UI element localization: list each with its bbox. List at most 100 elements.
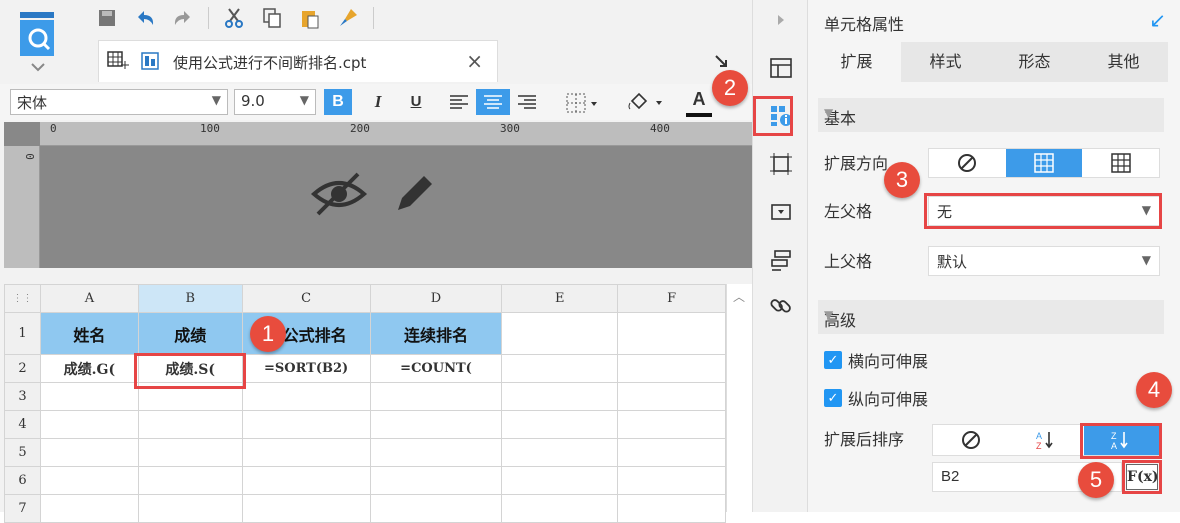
- row-header[interactable]: 7: [4, 494, 41, 523]
- template-logo-icon[interactable]: [14, 10, 62, 74]
- cell[interactable]: [369, 438, 503, 467]
- left-parent-select[interactable]: 无 ▼: [928, 196, 1160, 226]
- column-header[interactable]: E: [501, 284, 619, 313]
- cell[interactable]: [369, 466, 503, 495]
- cell-c2[interactable]: =SORT(B2): [241, 354, 371, 383]
- pin-arrow-icon[interactable]: ↙: [1149, 8, 1166, 32]
- cell[interactable]: [617, 382, 726, 411]
- cell[interactable]: [241, 438, 371, 467]
- cell[interactable]: [241, 466, 371, 495]
- cell-e2[interactable]: [501, 354, 619, 383]
- row-header[interactable]: 1: [4, 312, 41, 355]
- tab-shape[interactable]: 形态: [990, 42, 1079, 82]
- cell-a2[interactable]: 成绩.G(: [39, 354, 139, 383]
- cell[interactable]: [617, 494, 726, 523]
- align-center-icon[interactable]: [476, 89, 510, 115]
- tab-expand[interactable]: 扩展: [812, 42, 901, 82]
- font-size-select[interactable]: 9.0 ▼: [234, 89, 316, 115]
- fill-color-icon[interactable]: [626, 91, 666, 117]
- column-header[interactable]: F: [617, 284, 726, 313]
- tab-other[interactable]: 其他: [1079, 42, 1168, 82]
- sort-ascending-icon[interactable]: AZ: [1008, 425, 1083, 455]
- cell-b1[interactable]: 成绩: [137, 312, 243, 355]
- hide-eye-icon[interactable]: [310, 170, 368, 220]
- table-layout-icon[interactable]: [765, 52, 797, 84]
- copy-icon[interactable]: [259, 5, 285, 31]
- underline-button[interactable]: U: [404, 89, 428, 115]
- horizontal-expand-checkbox[interactable]: ✓ 横向可伸展: [824, 348, 928, 372]
- cell[interactable]: [39, 410, 139, 439]
- edit-pencil-icon[interactable]: [392, 170, 438, 220]
- horizontal-expand-icon[interactable]: [1082, 149, 1159, 177]
- grid-icon[interactable]: [107, 51, 129, 75]
- formula-editor-button[interactable]: F(x): [1126, 464, 1159, 490]
- align-left-icon[interactable]: [442, 89, 476, 115]
- font-color-button[interactable]: A: [686, 89, 712, 117]
- cell-d1[interactable]: 连续排名: [369, 312, 503, 355]
- cell[interactable]: [137, 382, 243, 411]
- save-icon[interactable]: [94, 5, 120, 31]
- column-header[interactable]: A: [39, 284, 139, 313]
- cell[interactable]: [501, 438, 619, 467]
- expand-panel-arrow-icon[interactable]: [765, 4, 797, 36]
- row-header[interactable]: 3: [4, 382, 41, 411]
- row-header[interactable]: 2: [4, 354, 41, 383]
- align-right-icon[interactable]: [510, 89, 544, 115]
- condition-icon[interactable]: [765, 244, 797, 276]
- link-icon[interactable]: [765, 290, 797, 322]
- cell-b2[interactable]: 成绩.S(: [137, 354, 243, 383]
- cell[interactable]: [617, 410, 726, 439]
- cell-e1[interactable]: [501, 312, 619, 355]
- section-basic[interactable]: 基本 ▼: [818, 98, 1164, 132]
- cell-f1[interactable]: [617, 312, 726, 355]
- paste-icon[interactable]: [297, 5, 323, 31]
- vertical-expand-checkbox[interactable]: ✓ 纵向可伸展: [824, 386, 928, 410]
- cell[interactable]: [617, 438, 726, 467]
- cell[interactable]: [137, 438, 243, 467]
- bold-button[interactable]: B: [324, 89, 352, 115]
- italic-button[interactable]: I: [366, 89, 390, 115]
- select-all-corner[interactable]: ⋮⋮: [4, 284, 41, 313]
- column-header[interactable]: B: [137, 284, 243, 313]
- cell[interactable]: [501, 494, 619, 523]
- cell[interactable]: [241, 494, 371, 523]
- row-header[interactable]: 5: [4, 438, 41, 467]
- cell[interactable]: [39, 382, 139, 411]
- cell-properties-icon[interactable]: [765, 100, 797, 132]
- cell[interactable]: [501, 382, 619, 411]
- border-icon[interactable]: [566, 93, 600, 117]
- top-parent-select[interactable]: 默认 ▼: [928, 246, 1160, 276]
- file-tab[interactable]: 使用公式进行不间断排名.cpt ×: [98, 40, 498, 82]
- cell[interactable]: [39, 466, 139, 495]
- cell-a1[interactable]: 姓名: [39, 312, 139, 355]
- close-icon[interactable]: ×: [466, 49, 483, 73]
- row-header[interactable]: 4: [4, 410, 41, 439]
- cell[interactable]: [241, 382, 371, 411]
- frame-icon[interactable]: [765, 148, 797, 180]
- widget-icon[interactable]: [765, 196, 797, 228]
- cell[interactable]: [39, 438, 139, 467]
- cell[interactable]: [369, 382, 503, 411]
- undo-icon[interactable]: [132, 5, 158, 31]
- redo-icon[interactable]: [170, 5, 196, 31]
- cell[interactable]: [241, 410, 371, 439]
- cell[interactable]: [137, 466, 243, 495]
- cell[interactable]: [617, 466, 726, 495]
- vertical-expand-icon[interactable]: [1005, 149, 1083, 177]
- cell[interactable]: [501, 410, 619, 439]
- cell-d2[interactable]: =COUNT(: [369, 354, 503, 383]
- font-family-select[interactable]: 宋体 ▼: [10, 89, 228, 115]
- cell[interactable]: [369, 494, 503, 523]
- cell[interactable]: [369, 410, 503, 439]
- tab-style[interactable]: 样式: [901, 42, 990, 82]
- chevron-up-icon[interactable]: ︿: [733, 288, 745, 305]
- cell[interactable]: [137, 410, 243, 439]
- cell[interactable]: [39, 494, 139, 523]
- cell-f2[interactable]: [617, 354, 726, 383]
- no-expand-icon[interactable]: [929, 149, 1006, 177]
- sort-descending-icon[interactable]: ZA: [1083, 425, 1159, 455]
- cell[interactable]: [501, 466, 619, 495]
- vertical-scrollbar[interactable]: ︿: [726, 284, 752, 512]
- no-sort-icon[interactable]: [933, 425, 1008, 455]
- column-header[interactable]: D: [369, 284, 503, 313]
